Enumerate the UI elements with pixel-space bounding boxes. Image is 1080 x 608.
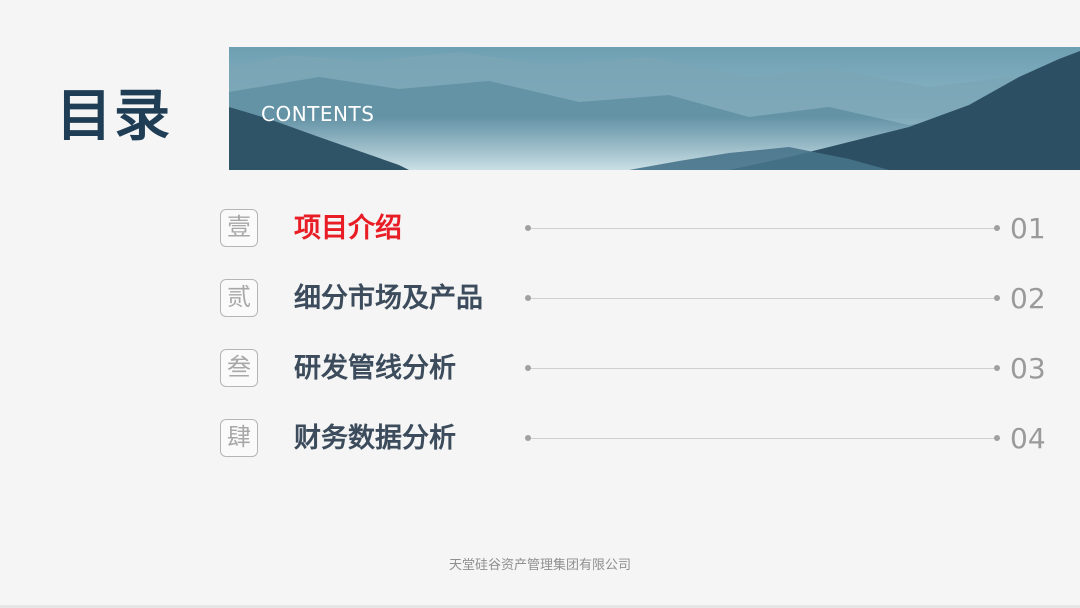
company-footer: 天堂硅谷资产管理集团有限公司 [448, 558, 631, 573]
leader-dot-right [994, 435, 1000, 441]
leader-line [528, 368, 1000, 369]
toc-label: 项目介绍 [294, 213, 402, 244]
toc-badge: 贰 [220, 279, 258, 317]
toc-item-1[interactable]: 壹 项目介绍 01 [220, 209, 1060, 249]
toc-label: 财务数据分析 [294, 423, 456, 454]
toc-number: 02 [1010, 282, 1046, 315]
toc-number: 03 [1010, 352, 1046, 385]
toc-item-3[interactable]: 叁 研发管线分析 03 [220, 349, 1060, 389]
toc-item-2[interactable]: 贰 细分市场及产品 02 [220, 279, 1060, 319]
leader-line [528, 438, 1000, 439]
toc-badge: 壹 [220, 209, 258, 247]
toc-number: 04 [1010, 422, 1046, 455]
leader-dot-right [994, 295, 1000, 301]
page-title: 目录 [56, 84, 172, 149]
leader-dot-right [994, 225, 1000, 231]
leader-line [528, 228, 1000, 229]
leader-dot-left [525, 435, 531, 441]
toc-label: 细分市场及产品 [294, 283, 483, 314]
toc-item-4[interactable]: 肆 财务数据分析 04 [220, 419, 1060, 459]
leader-line [528, 298, 1000, 299]
toc-label: 研发管线分析 [294, 353, 456, 384]
toc-number: 01 [1010, 212, 1046, 245]
leader-dot-left [525, 225, 531, 231]
leader-dot-left [525, 295, 531, 301]
toc-badge: 叁 [220, 349, 258, 387]
banner-contents-label: CONTENTS [261, 102, 375, 126]
toc-badge: 肆 [220, 419, 258, 457]
leader-dot-left [525, 365, 531, 371]
contents-banner: CONTENTS [229, 47, 1080, 170]
leader-dot-right [994, 365, 1000, 371]
